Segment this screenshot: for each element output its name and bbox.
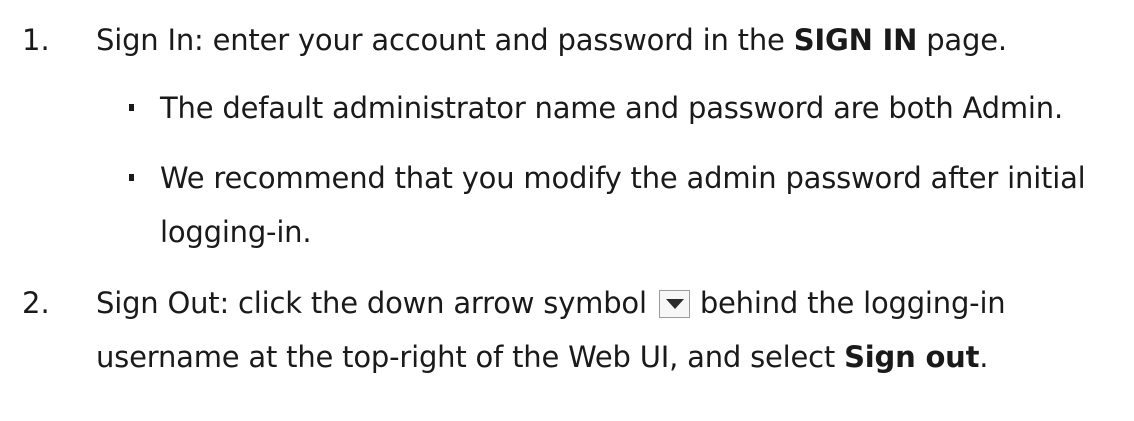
- step-1-suffix: page.: [917, 23, 1007, 57]
- step-number: 1.: [22, 23, 50, 57]
- bullet-marker: [129, 174, 134, 181]
- step-2-after-icon: behind the logging-in: [699, 286, 1006, 320]
- step-1-prefix: Sign In: enter your account and password…: [96, 23, 794, 57]
- step-2-text-line2: username at the top-right of the Web UI,…: [96, 337, 989, 377]
- instructions-document: 1. Sign In: enter your account and passw…: [0, 0, 1134, 421]
- bullet-2-text-line2: logging-in.: [160, 215, 312, 249]
- step-2-line2-suffix: .: [979, 340, 989, 374]
- step-2-line2-bold: Sign out: [844, 340, 980, 374]
- step-2-prefix: Sign Out: click the down arrow symbol: [96, 286, 647, 320]
- dropdown-arrow-icon: [658, 290, 690, 318]
- bullet-marker: [129, 104, 134, 111]
- step-2-text-line1: Sign Out: click the down arrow symbol beh…: [96, 283, 1006, 323]
- step-2-line2-prefix: username at the top-right of the Web UI,…: [96, 340, 845, 374]
- bullet-1-text: The default administrator name and passw…: [160, 91, 1063, 125]
- step-1-text: Sign In: enter your account and password…: [96, 20, 1007, 60]
- step-1-bold: SIGN IN: [793, 23, 918, 57]
- step-number: 2.: [22, 286, 50, 320]
- bullet-2-text-line1: We recommend that you modify the admin p…: [160, 161, 1086, 195]
